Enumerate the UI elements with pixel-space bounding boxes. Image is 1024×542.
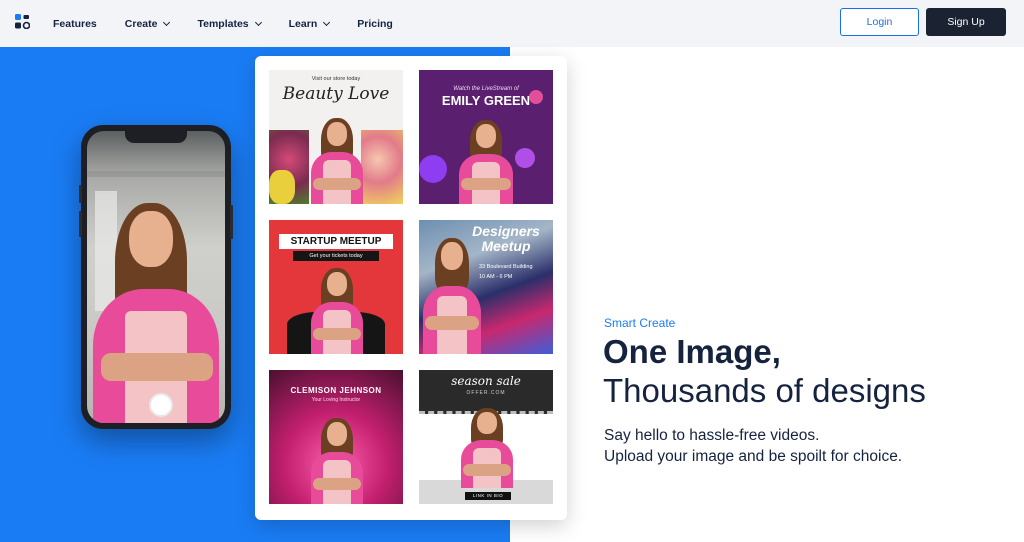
camera-shutter-button[interactable]	[149, 393, 173, 417]
chevron-down-icon	[254, 18, 262, 26]
template-small-text: Get your tickets today	[293, 251, 379, 261]
chevron-down-icon	[323, 18, 331, 26]
phone-mockup	[79, 125, 233, 429]
template-designers-meetup[interactable]: Designers Meetup 33 Boulevard Building 1…	[419, 220, 553, 354]
hero-description-line-2: Upload your image and be spoilt for choi…	[604, 448, 903, 465]
template-season-sale[interactable]: season sale OFFER.COM LINK IN BIO	[419, 370, 553, 504]
hero-description: Say hello to hassle-free videos. Upload …	[604, 425, 902, 467]
template-title: Beauty Love	[282, 84, 390, 104]
nav-features[interactable]: Features	[53, 18, 97, 30]
chevron-down-icon	[163, 18, 171, 26]
template-title: STARTUP MEETUP	[279, 234, 393, 249]
template-small-text: 33 Boulevard Building	[479, 264, 533, 270]
template-startup-meetup[interactable]: STARTUP MEETUP Get your tickets today	[269, 220, 403, 354]
phone-screen	[87, 131, 225, 423]
nav-create[interactable]: Create	[125, 18, 171, 30]
template-clemison-jehnson[interactable]: CLEMISON JEHNSON Your Loving Instructor	[269, 370, 403, 504]
template-emily-green[interactable]: Watch the LiveStream of EMILY GREEN	[419, 70, 553, 204]
login-button[interactable]: Login	[840, 8, 919, 36]
person-photo	[87, 131, 225, 423]
template-small-text: Watch the LiveStream of	[453, 86, 519, 92]
template-title: EMILY GREEN	[441, 93, 531, 108]
template-beauty-love[interactable]: Visit our store today Beauty Love	[269, 70, 403, 204]
template-small-text: Your Loving Instructor	[311, 397, 361, 403]
template-title: CLEMISON JEHNSON	[290, 386, 382, 395]
signup-button[interactable]: Sign Up	[926, 8, 1006, 36]
template-footer-badge: LINK IN BIO	[465, 492, 511, 500]
template-grid: Visit our store today Beauty Love Watch …	[255, 56, 567, 520]
hero-headline: One Image,	[603, 333, 781, 370]
template-small-text-2: 10 AM - 6 PM	[479, 274, 513, 280]
template-small-text: OFFER.COM	[466, 390, 506, 396]
phone-notch	[125, 131, 187, 143]
nav-learn[interactable]: Learn	[289, 18, 331, 30]
nav-links: Features Create Templates Learn Pricing	[53, 0, 421, 47]
top-nav: Features Create Templates Learn Pricing …	[0, 0, 1024, 47]
logo-icon[interactable]	[15, 14, 30, 29]
hero-eyebrow: Smart Create	[604, 316, 676, 330]
hero-subheadline: Thousands of designs	[603, 372, 926, 409]
template-title: season sale	[451, 374, 521, 388]
nav-templates[interactable]: Templates	[197, 18, 262, 30]
nav-pricing[interactable]: Pricing	[357, 18, 393, 30]
hero-description-line-1: Say hello to hassle-free videos.	[604, 427, 820, 444]
template-small-text: Visit our store today	[311, 76, 361, 82]
